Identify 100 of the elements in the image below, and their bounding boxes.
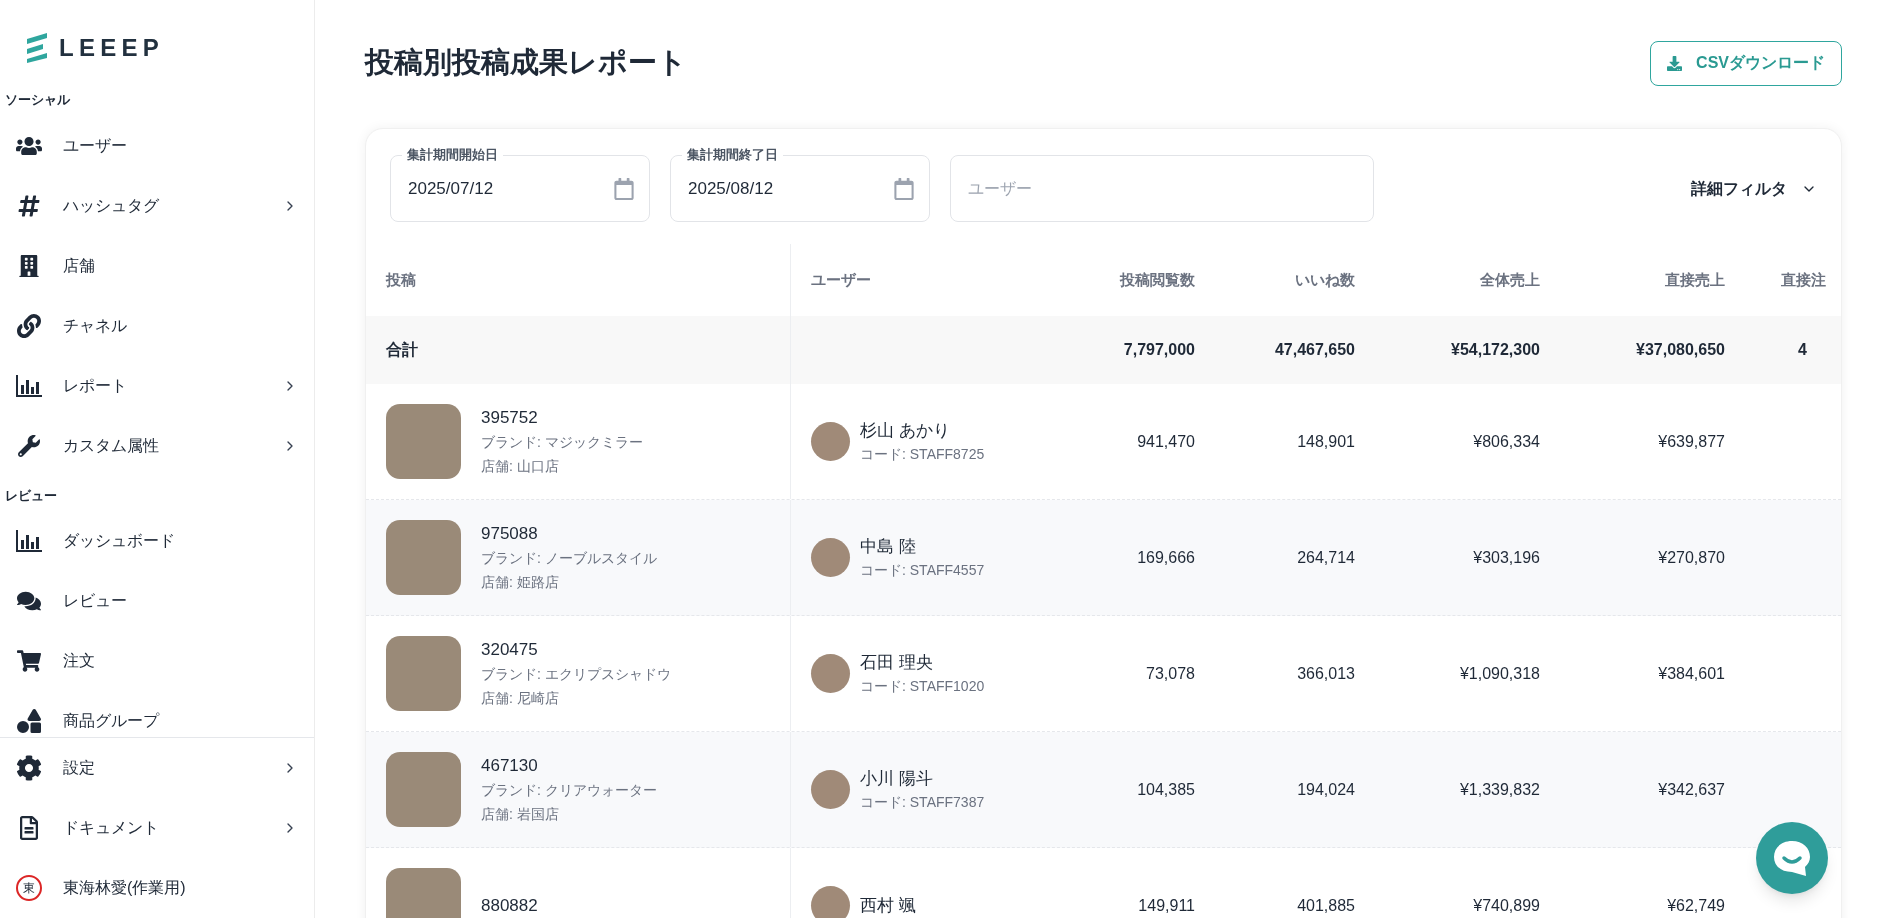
table-row[interactable]: 975088 ブランド: ノーブルスタイル 店舗: 姫路店 中島 陸 コード: STAFF4557 169,666 264,714 ¥303,196 ¥270,870 [366,500,1841,616]
cart-icon [17,649,41,673]
table-cell: 401,885 [1297,896,1355,914]
post-id: 467130 [481,754,539,777]
field-label: 集計期間開始日 [402,146,503,164]
user-name: 中島 陸 [860,536,917,558]
sidebar-item[interactable]: カスタム属性 [0,415,314,476]
avatar [811,886,850,918]
table-cell: 194,024 [1297,780,1355,798]
column-header: ユーザー [811,269,871,290]
user-name: 石田 理央 [860,652,934,674]
table-cell: 149,911 [1138,896,1195,914]
table-cell: ¥270,870 [1658,548,1725,566]
table-cell: 941,470 [1137,432,1195,450]
logo-mark-icon [25,33,49,63]
table-cell: ¥54,172,300 [1451,341,1540,358]
user-search-field[interactable]: ユーザー [950,155,1374,222]
post-id: 320475 [481,638,539,661]
detail-filter-button[interactable]: 詳細フィルタ [1691,176,1821,201]
sidebar-item[interactable]: レビュー [0,571,314,631]
calendar-icon [893,177,915,200]
table-cell: ¥37,080,650 [1636,341,1725,358]
user-name: 西村 颯 [860,895,916,917]
sidebar-item[interactable]: チャネル [0,295,314,356]
account-badge: 東 [16,875,42,901]
building-icon [18,254,40,277]
brand-text: ブランド: クリアウォーター [481,780,657,800]
post-id: 880882 [481,894,538,917]
section-label: レビュー [4,486,58,505]
user-code: コード: STAFF8725 [860,445,985,464]
user-code: コード: STAFF7387 [860,793,985,812]
sidebar-item[interactable]: ドキュメント [0,798,314,858]
post-id: 395752 [481,406,539,429]
shapes-icon [17,709,41,733]
link-icon [17,313,41,338]
table-row[interactable]: 395752 ブランド: マジックミラー 店舗: 山口店 杉山 あかり コード: STAFF8725 941,470 148,901 ¥806,334 ¥639,877 [366,384,1841,500]
user-code: コード: STAFF4557 [860,561,985,580]
account-item[interactable]: 東 東海林愛(作業用) [0,858,314,918]
column-header: 投稿閲覧数 [1120,269,1195,290]
field-label: 集計期間終了日 [682,146,783,164]
avatar [811,654,850,693]
table-cell: ¥62,749 [1667,896,1725,914]
column-header: 直接売上 [1665,269,1725,290]
sidebar-item[interactable]: ハッシュタグ [0,175,314,236]
table-cell: 148,901 [1297,432,1355,450]
chat-bubbles-icon [17,589,41,613]
table-cell: ¥1,090,318 [1459,664,1540,682]
table-cell: ¥639,877 [1658,432,1725,450]
sidebar-item[interactable]: 店舗 [0,235,314,296]
sidebar-item[interactable]: 設定 [0,738,314,798]
column-header: 直接注 [1781,269,1826,290]
sidebar-item[interactable]: 注文 [0,631,314,691]
avatar [811,538,850,577]
sidebar-item[interactable]: ユーザー [0,115,314,176]
table-cell: ¥806,334 [1473,432,1540,450]
sidebar-item[interactable]: 商品グループ [0,691,314,737]
settings-icon [16,755,42,781]
table-cell: ¥740,899 [1473,896,1540,914]
sidebar-item[interactable]: ダッシュボード [0,511,314,571]
table-cell: 264,714 [1297,548,1355,566]
wrench-icon [18,434,40,457]
document-icon [17,816,41,840]
sidebar-item[interactable]: レポート [0,355,314,416]
store-text: 店舗: 岩国店 [481,804,560,824]
table-row[interactable]: 467130 ブランド: クリアウォーター 店舗: 岩国店 小川 陽斗 コード: STAFF7387 104,385 194,024 ¥1,339,832 ¥342,637 [366,732,1841,848]
account-name: 東海林愛(作業用) [63,878,186,898]
brand-text: ブランド: ノーブルスタイル [481,548,657,568]
bar-chart-icon [16,374,42,397]
table-cell: 169,666 [1137,548,1195,566]
store-text: 店舗: 尼崎店 [481,688,560,708]
column-header: いいね数 [1295,269,1355,290]
post-id: 975088 [481,522,539,545]
hashtag-icon [17,193,41,218]
column-header: 投稿 [386,269,416,290]
store-text: 店舗: 姫路店 [481,572,560,592]
table-cell: ¥342,637 [1658,780,1725,798]
column-header: 全体売上 [1480,269,1540,290]
total-label: 合計 [386,340,418,360]
table-cell: 104,385 [1137,780,1195,798]
table-cell: 47,467,650 [1274,341,1355,358]
user-name: 小川 陽斗 [860,768,934,790]
brand-text: ブランド: マジックミラー [481,432,643,452]
section-label: ソーシャル [4,91,71,109]
brand-text: ブランド: エクリプスシャドウ [481,664,671,684]
table-cell: ¥384,601 [1658,664,1725,682]
avatar [811,422,850,461]
page-title: 投稿別投稿成果レポート [365,45,687,81]
date-input[interactable]: 2025/08/12 [688,175,893,202]
table-cell: 7,797,000 [1123,341,1195,358]
date-input[interactable]: 2025/07/12 [408,175,613,202]
table-cell: 4 [1798,341,1807,358]
table-row[interactable]: 880882 西村 颯 149,911 401,885 ¥740,899 ¥62,749 [366,848,1841,918]
calendar-icon [613,177,635,200]
table-row[interactable]: 320475 ブランド: エクリプスシャドウ 店舗: 尼崎店 石田 理央 コード: STAFF1020 73,078 366,013 ¥1,090,318 ¥384,601 [366,616,1841,732]
store-text: 店舗: 山口店 [481,456,560,476]
avatar [811,770,850,809]
table-cell: ¥1,339,832 [1459,780,1540,798]
user-code: コード: STAFF1020 [860,677,985,696]
logo-text: LEEEP [59,33,165,63]
table-cell: ¥303,196 [1473,548,1540,566]
